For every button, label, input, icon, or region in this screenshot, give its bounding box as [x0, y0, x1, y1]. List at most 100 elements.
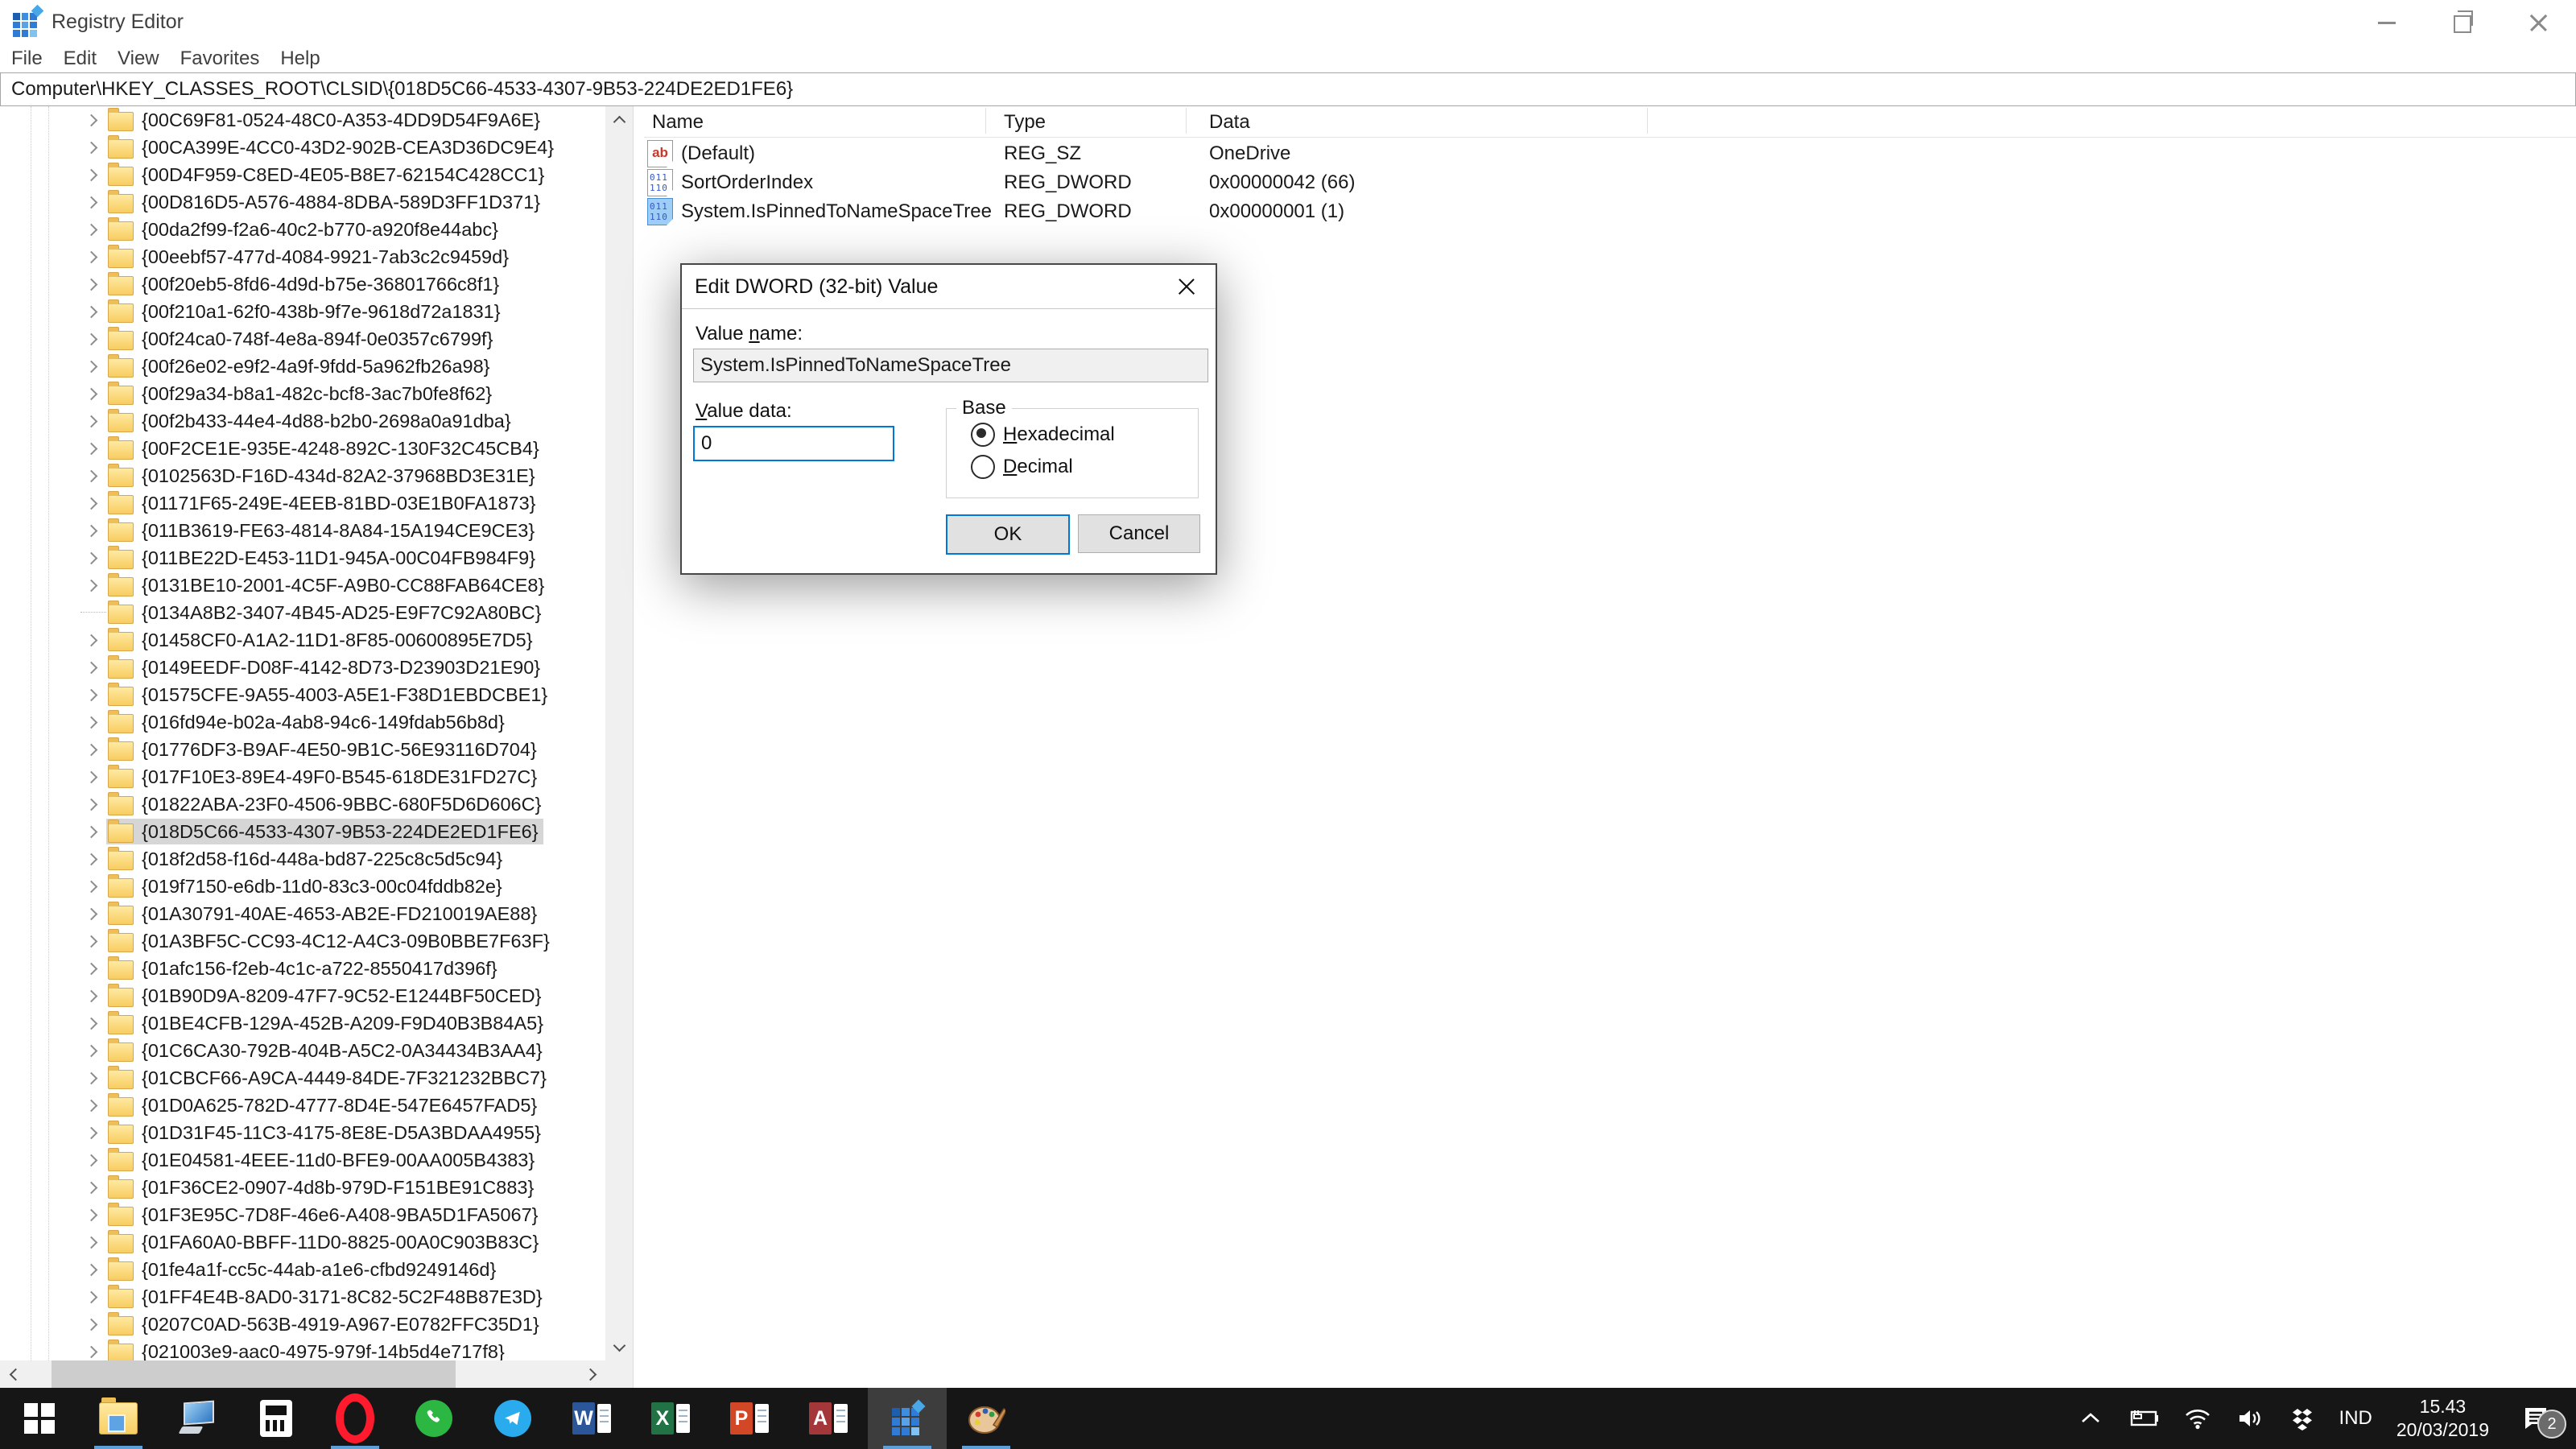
expand-chevron-icon[interactable]	[79, 654, 106, 681]
taskbar-bw-button[interactable]	[237, 1388, 316, 1449]
menu-item-favorites[interactable]: Favorites	[170, 47, 270, 70]
expand-chevron-icon[interactable]	[79, 325, 106, 353]
expand-chevron-icon[interactable]	[79, 845, 106, 873]
tree-vertical-scrollbar[interactable]	[605, 106, 633, 1360]
menu-item-help[interactable]: Help	[270, 47, 330, 70]
tree-item[interactable]: {016fd94e-b02a-4ab8-94c6-149fdab56b8d}	[0, 708, 605, 736]
tree-item[interactable]: {01A30791-40AE-4653-AB2E-FD210019AE88}	[0, 900, 605, 927]
expand-chevron-icon[interactable]	[79, 572, 106, 599]
tree-item[interactable]: {01F3E95C-7D8F-46e6-A408-9BA5D1FA5067}	[0, 1201, 605, 1228]
tree-item[interactable]: {00f29a34-b8a1-482c-bcf8-3ac7b0fe8f62}	[0, 380, 605, 407]
expand-chevron-icon[interactable]	[79, 1174, 106, 1201]
tree-item[interactable]: {01FA60A0-BBFF-11D0-8825-00A0C903B83C}	[0, 1228, 605, 1256]
expand-chevron-icon[interactable]	[79, 955, 106, 982]
expand-chevron-icon[interactable]	[79, 1064, 106, 1092]
tree-item[interactable]: {00F2CE1E-935E-4248-892C-130F32C45CB4}	[0, 435, 605, 462]
tree-item[interactable]: {01FF4E4B-8AD0-3171-8C82-5C2F48B87E3D}	[0, 1283, 605, 1311]
column-header-data[interactable]: Data	[1209, 111, 1250, 134]
expand-chevron-icon[interactable]	[79, 1146, 106, 1174]
expand-chevron-icon[interactable]	[79, 188, 106, 216]
expand-chevron-icon[interactable]	[79, 982, 106, 1009]
tree-item[interactable]: {0131BE10-2001-4C5F-A9B0-CC88FAB64CE8}	[0, 572, 605, 599]
clock[interactable]: 15.4320/03/2019	[2396, 1395, 2489, 1442]
dialog-close-button[interactable]	[1164, 270, 1209, 303]
tree-item[interactable]: {01afc156-f2eb-4c1c-a722-8550417d396f}	[0, 955, 605, 982]
expand-chevron-icon[interactable]	[79, 1092, 106, 1119]
taskbar-regedit-button[interactable]	[868, 1388, 947, 1449]
expand-chevron-icon[interactable]	[79, 134, 106, 161]
expand-chevron-icon[interactable]	[79, 1228, 106, 1256]
expand-chevron-icon[interactable]	[79, 1037, 106, 1064]
taskbar-excel-button[interactable]: X	[631, 1388, 710, 1449]
expand-chevron-icon[interactable]	[79, 407, 106, 435]
tree-item[interactable]: {01575CFE-9A55-4003-A5E1-F38D1EBDCBE1}	[0, 681, 605, 708]
tree-item[interactable]: {011B3619-FE63-4814-8A84-15A194CE9CE3}	[0, 517, 605, 544]
value-data-field[interactable]: 0	[693, 426, 894, 461]
expand-chevron-icon[interactable]	[79, 736, 106, 763]
tree-item[interactable]: {01C6CA30-792B-404B-A5C2-0A34434B3AA4}	[0, 1037, 605, 1064]
scroll-down-button[interactable]	[605, 1333, 633, 1360]
column-header-name[interactable]: Name	[652, 111, 704, 134]
close-button[interactable]	[2500, 0, 2576, 45]
taskbar-telegram-button[interactable]	[473, 1388, 552, 1449]
tree-item[interactable]: {01458CF0-A1A2-11D1-8F85-00600895E7D5}	[0, 626, 605, 654]
expand-chevron-icon[interactable]	[79, 681, 106, 708]
taskbar-word-button[interactable]: W	[552, 1388, 631, 1449]
expand-chevron-icon[interactable]	[79, 1119, 106, 1146]
tree-item[interactable]: {0134A8B2-3407-4B45-AD25-E9F7C92A80BC}	[0, 599, 605, 626]
minimize-button[interactable]	[2349, 0, 2425, 45]
expand-chevron-icon[interactable]	[79, 106, 106, 134]
tree-item[interactable]: {01D31F45-11C3-4175-8E8E-D5A3BDAA4955}	[0, 1119, 605, 1146]
tree-item[interactable]: {00f210a1-62f0-438b-9f7e-9618d72a1831}	[0, 298, 605, 325]
expand-chevron-icon[interactable]	[79, 243, 106, 270]
expand-chevron-icon[interactable]	[79, 900, 106, 927]
expand-chevron-icon[interactable]	[79, 517, 106, 544]
expand-chevron-icon[interactable]	[79, 763, 106, 791]
tree-item[interactable]: {00eebf57-477d-4084-9921-7ab3c2c9459d}	[0, 243, 605, 270]
taskbar-powerpoint-button[interactable]: P	[710, 1388, 789, 1449]
taskbar-file-explorer-button[interactable]	[79, 1388, 158, 1449]
taskbar-start-button[interactable]	[0, 1388, 79, 1449]
expand-chevron-icon[interactable]	[79, 544, 106, 572]
expand-chevron-icon[interactable]	[79, 708, 106, 736]
expand-chevron-icon[interactable]	[79, 380, 106, 407]
address-bar[interactable]: Computer\HKEY_CLASSES_ROOT\CLSID\{018D5C…	[0, 72, 2576, 106]
menu-item-view[interactable]: View	[107, 47, 170, 70]
tree-item[interactable]: {00f26e02-e9f2-4a9f-9fdd-5a962fb26a98}	[0, 353, 605, 380]
tree-item[interactable]: {00f2b433-44e4-4d88-b2b0-2698a0a91dba}	[0, 407, 605, 435]
volume-icon[interactable]	[2236, 1407, 2265, 1430]
tree-item[interactable]: {01CBCF66-A9CA-4449-84DE-7F321232BBC7}	[0, 1064, 605, 1092]
expand-chevron-icon[interactable]	[79, 1311, 106, 1338]
tree-item[interactable]: {00CA399E-4CC0-43D2-902B-CEA3D36DC9E4}	[0, 134, 605, 161]
dropbox-icon[interactable]	[2289, 1406, 2315, 1430]
tree-item[interactable]: {017F10E3-89E4-49F0-B545-618DE31FD27C}	[0, 763, 605, 791]
column-header-type[interactable]: Type	[1004, 111, 1046, 134]
restore-button[interactable]	[2425, 0, 2500, 45]
tree-item[interactable]: {00D4F959-C8ED-4E05-B8E7-62154C428CC1}	[0, 161, 605, 188]
value-row[interactable]: 011110System.IsPinnedToNameSpaceTreeREG_…	[644, 196, 2576, 225]
value-row[interactable]: ab(Default)REG_SZOneDrive	[644, 138, 2576, 167]
hexadecimal-radio[interactable]: Hexadecimal	[971, 423, 1115, 447]
tree-item[interactable]: {01fe4a1f-cc5c-44ab-a1e6-cfbd9249146d}	[0, 1256, 605, 1283]
tree-item[interactable]: {01D0A625-782D-4777-8D4E-547E6457FAD5}	[0, 1092, 605, 1119]
action-center-button[interactable]: 2	[2510, 1405, 2562, 1432]
tree-item[interactable]: {01BE4CFB-129A-452B-A209-F9D40B3B84A5}	[0, 1009, 605, 1037]
value-row[interactable]: 011110SortOrderIndexREG_DWORD0x00000042 …	[644, 167, 2576, 196]
scroll-left-button[interactable]	[0, 1360, 27, 1388]
tree-item[interactable]: {0149EEDF-D08F-4142-8D73-D23903D21E90}	[0, 654, 605, 681]
tree-item[interactable]: {01B90D9A-8209-47F7-9C52-E1244BF50CED}	[0, 982, 605, 1009]
tree-item[interactable]: {01822ABA-23F0-4506-9BBC-680F5D6D606C}	[0, 791, 605, 818]
taskbar-access-button[interactable]: A	[789, 1388, 868, 1449]
menu-item-edit[interactable]: Edit	[53, 47, 107, 70]
expand-chevron-icon[interactable]	[79, 161, 106, 188]
tree-item[interactable]: {0102563D-F16D-434d-82A2-37968BD3E31E}	[0, 462, 605, 489]
taskbar-pc-button[interactable]	[158, 1388, 237, 1449]
scrollbar-thumb[interactable]	[52, 1360, 456, 1388]
expand-chevron-icon[interactable]	[79, 818, 106, 845]
tray-expand-button[interactable]	[2079, 1410, 2103, 1427]
taskbar-paint-button[interactable]	[947, 1388, 1026, 1449]
cancel-button[interactable]: Cancel	[1078, 514, 1200, 553]
tree-item[interactable]: {018D5C66-4533-4307-9B53-224DE2ED1FE6}	[0, 818, 605, 845]
expand-chevron-icon[interactable]	[79, 873, 106, 900]
expand-chevron-icon[interactable]	[79, 298, 106, 325]
